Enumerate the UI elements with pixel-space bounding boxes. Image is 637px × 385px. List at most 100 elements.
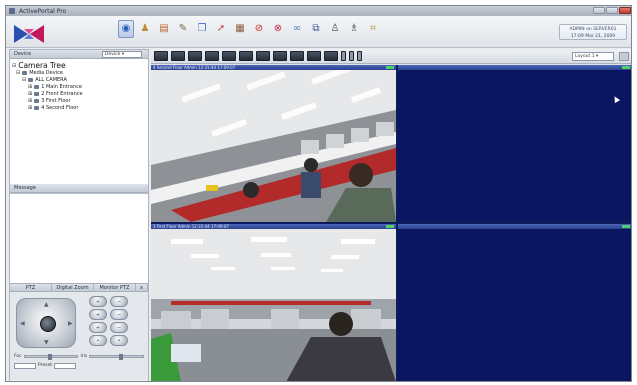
link-icon: ∞ [292,23,302,34]
window-button[interactable]: ❐ [194,20,210,38]
map-icon: ⌗ [370,23,376,34]
minimize-button[interactable] [593,7,605,14]
tree-item-label: 3 First Floor [41,97,71,104]
layout-prev-button[interactable] [341,51,346,61]
link-button[interactable]: ∞ [289,20,305,38]
tree-header: Device Device ▾ [10,50,148,59]
video-tile-title [398,224,631,229]
tab-ptz[interactable]: PTZ [10,284,52,291]
video-grid: 4 Second Floor Admin 12:31:44 17:09:07 3… [151,65,631,381]
tree-item[interactable]: ⊞ 3 First Floor [12,97,146,104]
layout-next-button[interactable] [349,51,354,61]
maximize-button[interactable] [606,7,618,14]
brand-logo [14,25,44,43]
preset-select[interactable] [14,362,36,369]
layout-4x4-button[interactable] [205,51,219,61]
home-button[interactable]: • [110,335,128,346]
camera-icon [34,91,40,96]
pan-right-icon[interactable]: ▶ [68,320,73,327]
video-tile[interactable]: 4 Second Floor Admin 12:31:44 17:09:07 [151,65,396,222]
joystick-knob[interactable] [40,316,56,332]
tab-digital-zoom[interactable]: Digital Zoom [52,284,94,291]
map-button[interactable]: ⌗ [365,20,381,38]
ptz-joystick[interactable]: ▲ ▼ ◀ ▶ [16,298,76,348]
video-tile-empty[interactable] [398,65,631,222]
layout-options-button[interactable] [619,52,629,61]
expand-icon[interactable]: ⊞ [28,84,32,90]
iris-open-button[interactable]: + [89,322,107,333]
tree-item[interactable]: ⊟ ALL CAMERA [12,76,146,83]
layout-1p5-button[interactable] [222,51,236,61]
layout-3x3-button[interactable] [188,51,202,61]
ptz-sliders: Foc Iris Preset [14,352,144,370]
close-button[interactable] [619,7,631,14]
expand-icon[interactable]: ⊟ [12,63,16,69]
tree-filter-select[interactable]: Device ▾ [102,51,142,58]
layout-select[interactable]: Layout 1 ▾ [572,52,614,61]
video-tile-empty[interactable] [398,224,631,381]
focus-slider-thumb[interactable] [48,354,53,360]
layout-1p7-button[interactable] [239,51,253,61]
stop-button[interactable]: ⊘ [251,20,267,38]
tree-item[interactable]: ⊞ 2 Front Entrance [12,90,146,97]
expand-icon[interactable]: ⊟ [16,70,20,76]
video-tile[interactable]: 3 First Floor Admin 12:31:44 17:09:07 [151,224,396,381]
export-button[interactable]: ➚ [213,20,229,38]
focus-slider[interactable] [23,354,79,360]
tools-button[interactable]: ✎ [175,20,191,38]
focus-far-button[interactable]: − [110,309,128,320]
expand-icon[interactable]: ⊞ [28,105,32,111]
layout-full-button[interactable] [324,51,338,61]
user-add-button[interactable]: ♗ [346,20,362,38]
layout-2x2-button[interactable] [171,51,185,61]
layout-custom-button[interactable] [307,51,321,61]
layout-5x5-button[interactable] [273,51,287,61]
playback-icon: ▤ [159,23,169,34]
auto-button[interactable]: • [89,335,107,346]
playback-button[interactable]: ▤ [156,20,172,38]
pan-down-icon[interactable]: ▼ [44,339,49,346]
iris-slider[interactable] [89,354,144,360]
layout-6x6-button[interactable] [290,51,304,61]
main-content: Layout 1 ▾ 4 Second Floor Admin 12:31:44… [151,49,631,381]
tree-root[interactable]: ⊟ Camera Tree [12,61,146,70]
monitor-icon: ◉ [121,23,131,34]
layout-more-button[interactable] [357,51,362,61]
alarm-button[interactable]: ⊗ [270,20,286,38]
zoom-out-button[interactable]: − [110,296,128,307]
ptz-control-panel: ▲ ▼ ◀ ▶ + − + − + − • • Foc Iris Preset [10,292,148,380]
tree-item[interactable]: ⊟ Media Device [12,69,146,76]
ptz-tabs: PTZ Digital Zoom Monitor PTZ x [10,283,148,292]
focus-near-button[interactable]: + [89,309,107,320]
user-button[interactable]: ♙ [327,20,343,38]
tab-monitor-ptz[interactable]: Monitor PTZ [94,284,136,291]
grid-button[interactable]: ▦ [232,20,248,38]
focus-slider-row: Foc Iris [14,352,144,361]
tree-item-label: 2 Front Entrance [41,90,83,97]
expand-icon[interactable]: ⊟ [22,77,26,83]
zoom-in-button[interactable]: + [89,296,107,307]
layout-1x1-button[interactable] [154,51,168,61]
iris-close-button[interactable]: − [110,322,128,333]
pan-left-icon[interactable]: ◀ [20,320,25,327]
camera-icon [34,98,40,103]
expand-icon[interactable]: ⊞ [28,91,32,97]
window-title: ActivePortal Pro [19,7,67,15]
session-info: ADMIN on SERVER01 17:09 Mar 21, 2009 [559,24,627,40]
copy-button[interactable]: ⧉ [308,20,324,38]
tour-select[interactable] [54,362,77,369]
layout-buttons [154,51,362,61]
tree-item[interactable]: ⊞ 1 Main Entrance [12,83,146,90]
iris-slider-thumb[interactable] [119,354,124,360]
layout-1p12-button[interactable] [256,51,270,61]
ptz-close-button[interactable]: x [136,284,148,291]
tree-item[interactable]: ⊞ 4 Second Floor [12,104,146,111]
left-panel: Device Device ▾ ⊟ Camera Tree ⊟ Media De… [9,49,149,381]
expand-icon[interactable]: ⊞ [28,98,32,104]
monitor-button[interactable]: ◉ [118,20,134,38]
live-indicator-icon [622,66,630,69]
live-indicator-icon [386,225,394,228]
pan-up-icon[interactable]: ▲ [44,301,49,308]
person-button[interactable]: ♟ [137,20,153,38]
user-add-icon: ♗ [349,23,359,34]
